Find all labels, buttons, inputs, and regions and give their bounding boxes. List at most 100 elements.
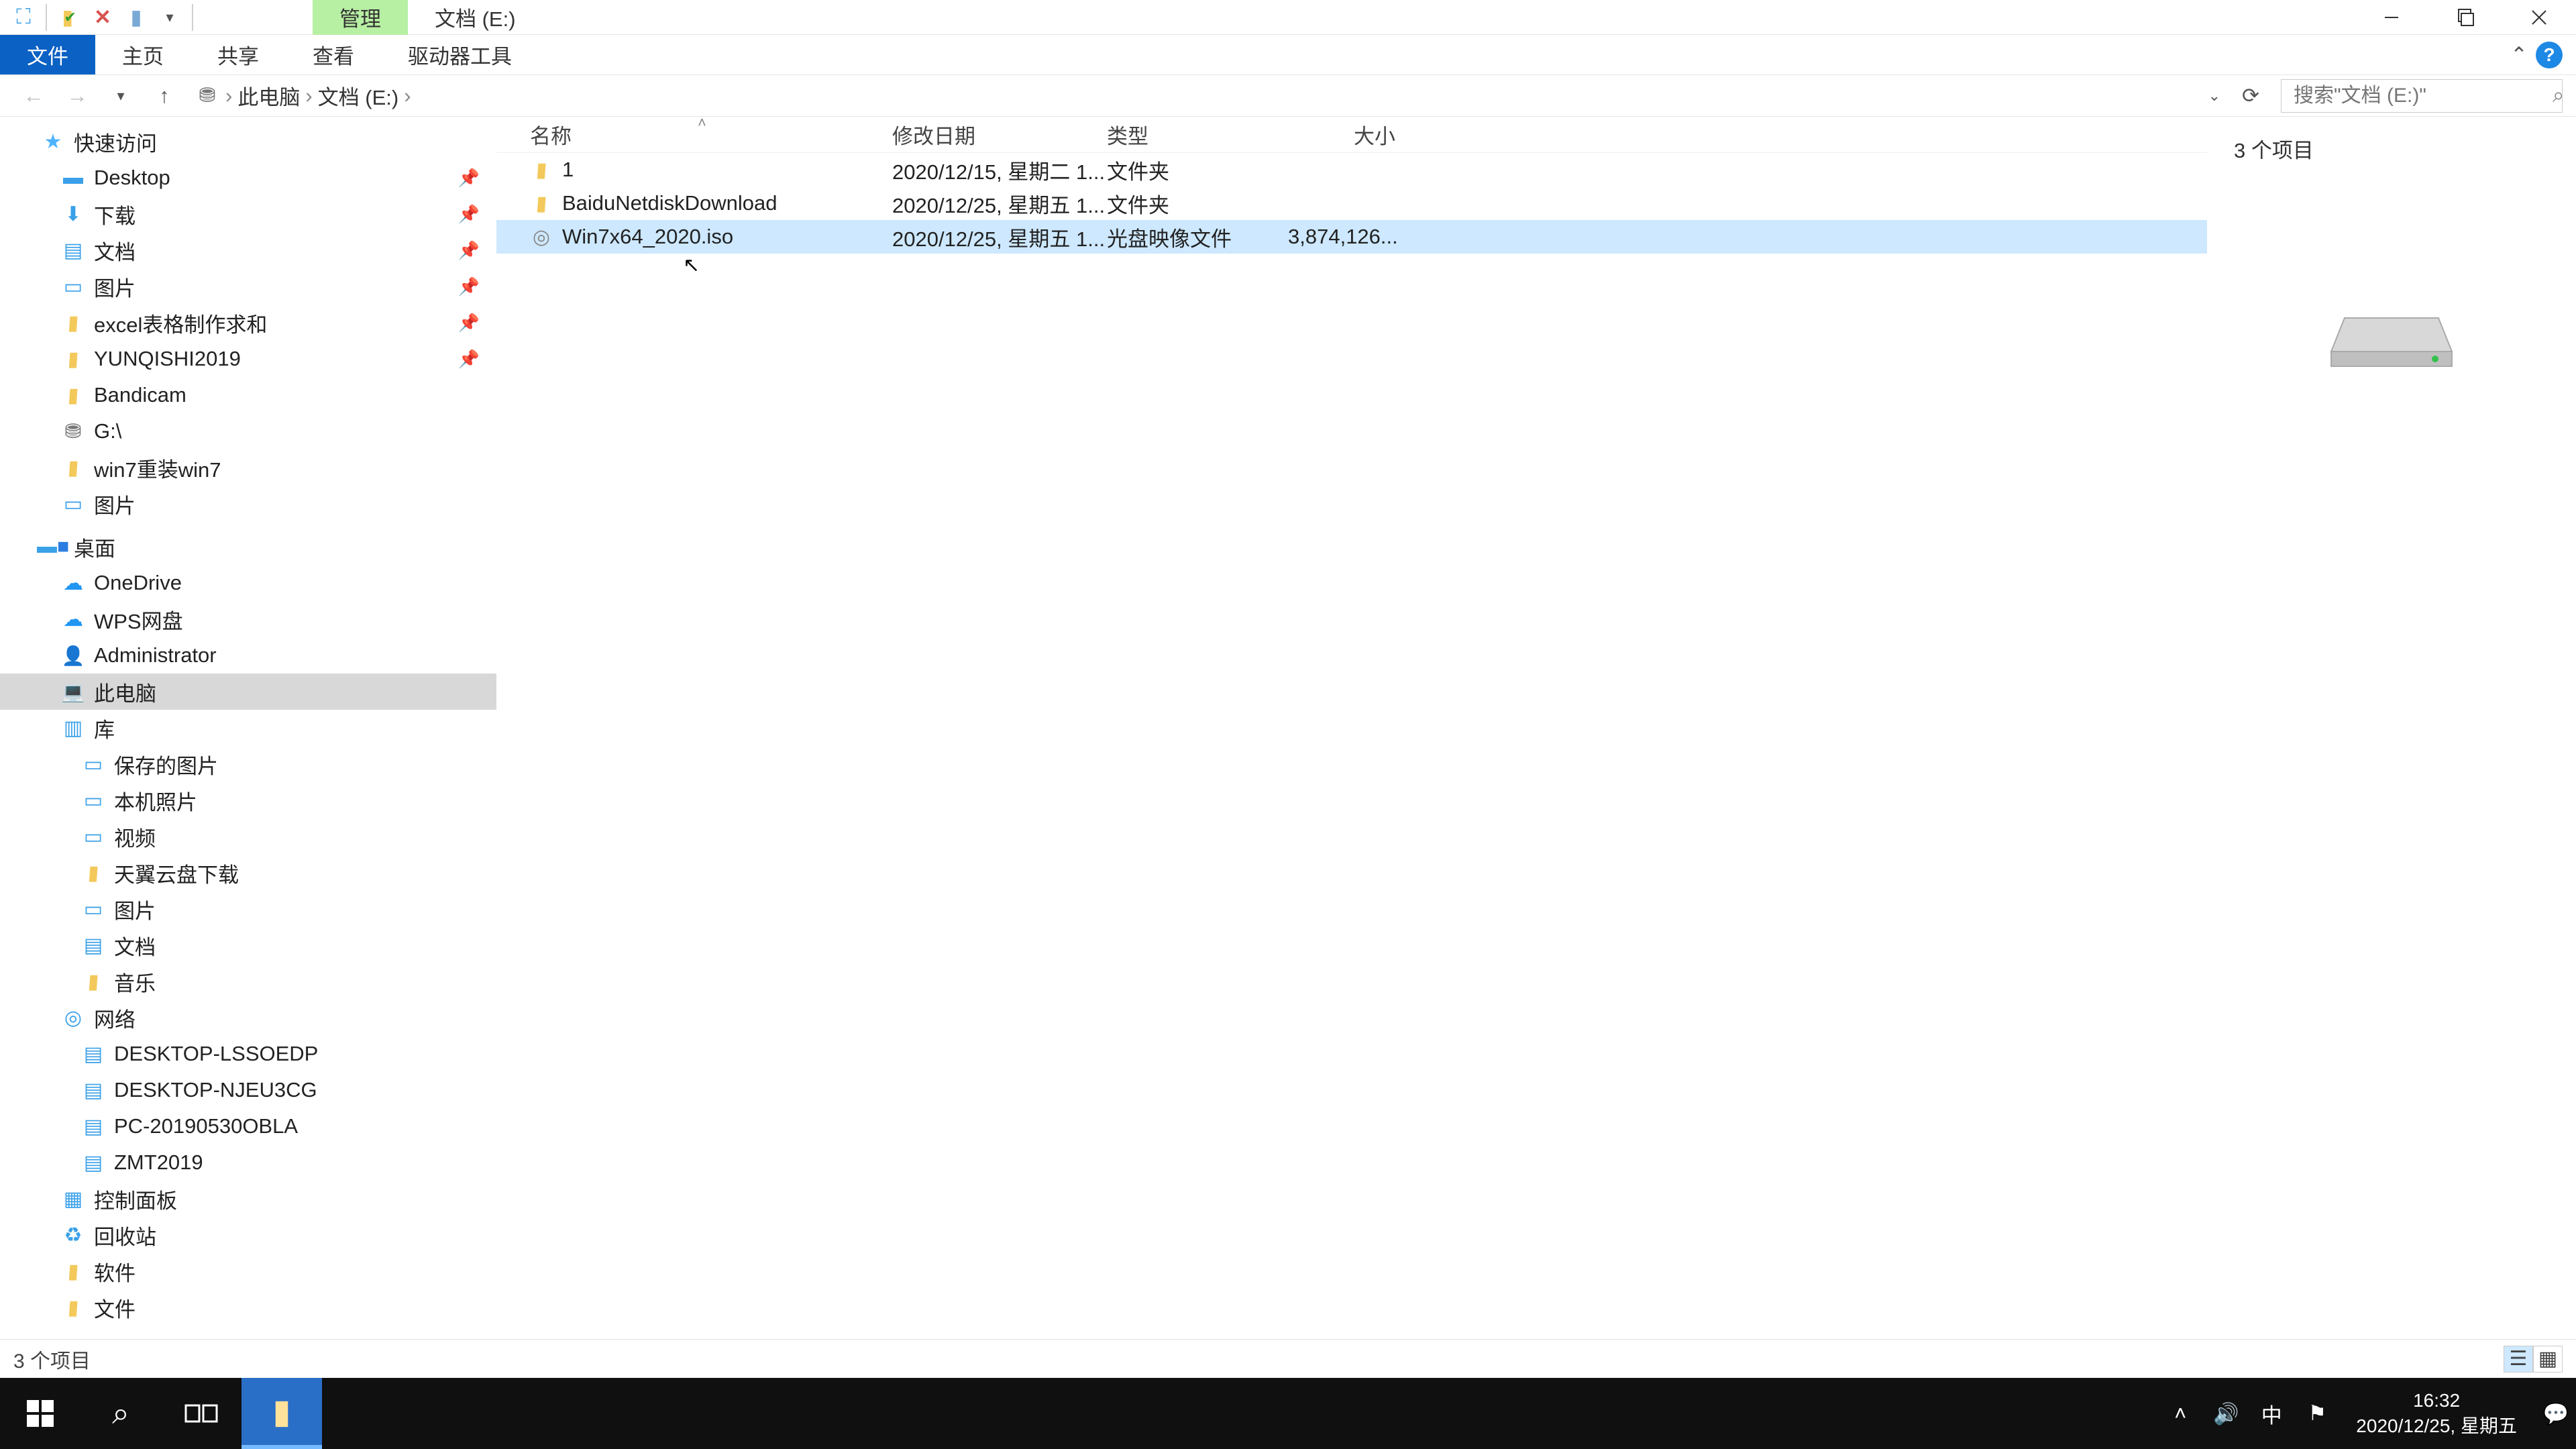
- nav-quick-item[interactable]: 文档📌: [0, 232, 496, 268]
- tray-overflow-icon[interactable]: ˄: [2167, 1400, 2194, 1427]
- taskbar: ⌕ ▮ ˄ 🔊 中 ⚑ 16:32 2020/12/25, 星期五 💬: [0, 1378, 2576, 1449]
- nav-label: win7重装win7: [94, 453, 221, 483]
- qat-properties-icon[interactable]: ▮✔: [52, 1, 86, 34]
- ribbon-tab-home[interactable]: 主页: [95, 35, 191, 74]
- search-input[interactable]: [2294, 85, 2553, 107]
- ribbon-collapse-icon[interactable]: ⌃: [2509, 43, 2529, 67]
- nav-quick-item[interactable]: 下载📌: [0, 196, 496, 232]
- nav-quick-item[interactable]: Desktop📌: [0, 160, 496, 196]
- nav-library-item[interactable]: 视频: [0, 818, 496, 855]
- refresh-button[interactable]: ⟳: [2237, 84, 2264, 108]
- nav-quick-access[interactable]: 快速访问: [0, 123, 496, 160]
- nav-quick-item[interactable]: Bandicam: [0, 377, 496, 413]
- ime-indicator[interactable]: 中: [2258, 1400, 2285, 1427]
- item-icon: [60, 715, 86, 741]
- up-button[interactable]: ↑: [151, 83, 178, 109]
- back-button[interactable]: ←: [20, 83, 47, 109]
- nav-library-item[interactable]: 本机照片: [0, 782, 496, 818]
- file-row[interactable]: 12020/12/15, 星期二 1...文件夹: [496, 153, 2207, 186]
- nav-library-item[interactable]: 保存的图片: [0, 746, 496, 782]
- ribbon-tab-share[interactable]: 共享: [191, 35, 286, 74]
- column-header-date[interactable]: 修改日期: [892, 119, 1107, 150]
- nav-item[interactable]: OneDrive: [0, 565, 496, 601]
- action-center-icon[interactable]: 💬: [2542, 1400, 2569, 1427]
- chevron-right-icon[interactable]: ›: [305, 84, 312, 108]
- search-icon[interactable]: ⌕: [2553, 83, 2564, 108]
- context-tab-manage[interactable]: 管理: [313, 0, 408, 35]
- drive-icon: [2324, 291, 2459, 372]
- search-button[interactable]: ⌕: [80, 1378, 161, 1449]
- file-list[interactable]: ˄ 名称 修改日期 类型 大小 12020/12/15, 星期二 1...文件夹…: [496, 117, 2207, 1339]
- nav-quick-item[interactable]: YUNQISHI2019📌: [0, 341, 496, 377]
- computer-icon: [80, 1150, 106, 1175]
- item-icon: [60, 382, 86, 408]
- search-box[interactable]: ⌕: [2281, 79, 2563, 113]
- column-header-size[interactable]: 大小: [1288, 119, 1395, 150]
- nav-quick-item[interactable]: G:\: [0, 413, 496, 449]
- qat-new-folder-icon[interactable]: ▮: [119, 1, 153, 34]
- file-row[interactable]: BaiduNetdiskDownload2020/12/25, 星期五 1...…: [496, 186, 2207, 220]
- security-icon[interactable]: ⚑: [2304, 1400, 2330, 1427]
- nav-item[interactable]: 此电脑: [0, 674, 496, 710]
- maximize-button[interactable]: [2428, 0, 2502, 35]
- breadcrumb-item[interactable]: 文档 (E:): [318, 80, 399, 111]
- chevron-right-icon[interactable]: ›: [404, 84, 411, 108]
- minimize-button[interactable]: [2355, 0, 2428, 35]
- nav-network-item[interactable]: DESKTOP-NJEU3CG: [0, 1072, 496, 1108]
- help-icon[interactable]: ?: [2536, 42, 2563, 68]
- qat-delete-icon[interactable]: ✕: [86, 1, 119, 34]
- qat-dropdown-icon[interactable]: ▾: [153, 1, 186, 34]
- start-button[interactable]: [0, 1378, 80, 1449]
- nav-quick-item[interactable]: 图片📌: [0, 268, 496, 305]
- nav-item[interactable]: 控制面板: [0, 1181, 496, 1217]
- chevron-right-icon[interactable]: ›: [225, 84, 232, 108]
- nav-network-item[interactable]: DESKTOP-LSSOEDP: [0, 1036, 496, 1072]
- clock-date: 2020/12/25, 星期五: [2356, 1413, 2517, 1439]
- column-header-name[interactable]: 名称: [496, 119, 892, 150]
- file-row[interactable]: Win7x64_2020.iso2020/12/25, 星期五 1...光盘映像…: [496, 220, 2207, 254]
- taskbar-explorer-button[interactable]: ▮: [241, 1378, 322, 1449]
- ribbon-tab-view[interactable]: 查看: [286, 35, 381, 74]
- nav-network-item[interactable]: PC-20190530OBLA: [0, 1108, 496, 1144]
- nav-item[interactable]: 软件: [0, 1253, 496, 1289]
- nav-quick-item[interactable]: win7重装win7: [0, 449, 496, 486]
- nav-item[interactable]: 库: [0, 710, 496, 746]
- ribbon-tabs: 文件 主页 共享 查看 驱动器工具 ⌃ ?: [0, 35, 2576, 75]
- nav-network[interactable]: 网络: [0, 1000, 496, 1036]
- volume-icon[interactable]: 🔊: [2212, 1400, 2239, 1427]
- nav-item[interactable]: Administrator: [0, 637, 496, 674]
- qat-app-icon[interactable]: ⛶: [7, 1, 40, 34]
- ribbon-tab-drive-tools[interactable]: 驱动器工具: [381, 35, 539, 74]
- nav-item[interactable]: 回收站: [0, 1217, 496, 1253]
- forward-button[interactable]: →: [64, 83, 91, 109]
- nav-label: 桌面: [74, 532, 115, 562]
- main-area: 快速访问 Desktop📌下载📌文档📌图片📌excel表格制作求和📌YUNQIS…: [0, 117, 2576, 1339]
- close-button[interactable]: [2502, 0, 2576, 35]
- task-view-button[interactable]: [161, 1378, 241, 1449]
- breadcrumb-item[interactable]: 此电脑: [237, 80, 300, 111]
- details-view-button[interactable]: ☰: [2504, 1346, 2533, 1373]
- nav-label: PC-20190530OBLA: [114, 1114, 298, 1138]
- taskbar-clock[interactable]: 16:32 2020/12/25, 星期五: [2349, 1388, 2524, 1439]
- navigation-pane[interactable]: 快速访问 Desktop📌下载📌文档📌图片📌excel表格制作求和📌YUNQIS…: [0, 117, 496, 1339]
- column-header-type[interactable]: 类型: [1107, 119, 1288, 150]
- nav-quick-item[interactable]: 图片: [0, 486, 496, 522]
- nav-item[interactable]: WPS网盘: [0, 601, 496, 637]
- nav-label: 文档: [94, 235, 136, 266]
- nav-library-item[interactable]: 文档: [0, 927, 496, 963]
- star-icon: [40, 129, 66, 154]
- nav-library-item[interactable]: 天翼云盘下载: [0, 855, 496, 891]
- nav-item[interactable]: 文件: [0, 1289, 496, 1326]
- nav-desktop-root[interactable]: ■ 桌面: [0, 529, 496, 565]
- nav-network-item[interactable]: ZMT2019: [0, 1144, 496, 1181]
- address-dropdown-icon[interactable]: ⌄: [2208, 87, 2220, 105]
- nav-library-item[interactable]: 音乐: [0, 963, 496, 1000]
- pin-icon: 📌: [458, 204, 480, 225]
- nav-library-item[interactable]: 图片: [0, 891, 496, 927]
- nav-label: Bandicam: [94, 383, 186, 407]
- thumbnails-view-button[interactable]: ▦: [2533, 1346, 2563, 1373]
- nav-quick-item[interactable]: excel表格制作求和📌: [0, 305, 496, 341]
- breadcrumb[interactable]: › 此电脑 › 文档 (E:) › ⌄: [195, 80, 2220, 111]
- ribbon-tab-file[interactable]: 文件: [0, 35, 95, 74]
- recent-locations-icon[interactable]: ▾: [107, 83, 134, 109]
